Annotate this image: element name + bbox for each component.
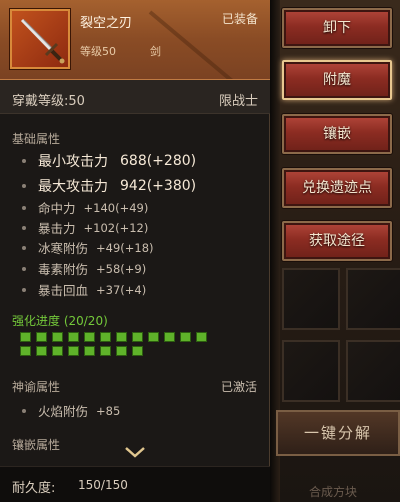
- enhancement-pip: [132, 346, 143, 356]
- enhancement-pip: [84, 332, 95, 342]
- enhancement-pip: [196, 332, 207, 342]
- stat-name: 暴击力: [38, 221, 76, 236]
- bullet-icon: [22, 408, 26, 413]
- stat-value: +140(+49): [83, 200, 149, 215]
- stat-name: 毒素附伤: [38, 262, 89, 277]
- stat-row: 暴击力 +102(+12): [22, 218, 148, 237]
- bullet-icon: [22, 184, 26, 188]
- stat-value: +58(+9): [96, 261, 147, 276]
- bullet-icon: [22, 245, 26, 250]
- chevron-down-icon[interactable]: [124, 444, 146, 458]
- stat-row: 命中力 +140(+49): [22, 198, 148, 217]
- sword-icon: [10, 9, 70, 69]
- required-level: 穿戴等级:50: [12, 94, 85, 109]
- enchant-button[interactable]: 附魔: [282, 60, 392, 100]
- item-type: 剑: [150, 45, 161, 58]
- enhancement-pip: [100, 346, 111, 356]
- enhancement-pip: [68, 346, 79, 356]
- enhancement-pip: [20, 346, 31, 356]
- enhancement-pip: [84, 346, 95, 356]
- one-click-decompose-button[interactable]: 一键分解: [276, 410, 400, 456]
- exchange-relic-points-button[interactable]: 兑换遗迹点: [282, 168, 392, 208]
- unequip-button[interactable]: 卸下: [282, 8, 392, 48]
- class-restriction: 限战士: [218, 94, 258, 109]
- stat-value: +85: [96, 403, 121, 418]
- durability-row: 耐久度: 150/150: [0, 466, 270, 502]
- base-attributes-title: 基础属性: [12, 132, 61, 146]
- stat-row: 最大攻击力 942(+380): [22, 176, 196, 196]
- enhancement-pip: [148, 332, 159, 342]
- item-level: 等级50: [80, 45, 116, 58]
- bullet-icon: [22, 287, 26, 292]
- enhancement-pip: [36, 332, 47, 342]
- bullet-icon: [22, 159, 26, 163]
- stat-row: 毒素附伤 +58(+9): [22, 259, 146, 278]
- enhancement-pip: [164, 332, 175, 342]
- enhancement-pip: [36, 346, 47, 356]
- stat-value: +49(+18): [96, 240, 154, 255]
- stat-row: 冰寒附伤 +49(+18): [22, 238, 154, 257]
- stat-name: 火焰附伤: [38, 404, 89, 419]
- stat-name: 最大攻击力: [38, 179, 108, 195]
- bullet-icon: [22, 205, 26, 210]
- enhancement-pip: [100, 332, 111, 342]
- enhancement-progress-title: 强化进度 (20/20): [12, 314, 108, 328]
- inlay-button[interactable]: 镶嵌: [282, 114, 392, 154]
- synthesize-label[interactable]: 合成方块: [266, 482, 400, 502]
- enhancement-pip: [52, 332, 63, 342]
- stat-name: 最小攻击力: [38, 154, 108, 170]
- stat-name: 冰寒附伤: [38, 241, 89, 256]
- requirement-row: 穿戴等级:50 限战士: [0, 80, 270, 114]
- stat-value: 688(+280): [120, 153, 197, 169]
- stat-value: +37(+4): [96, 282, 147, 297]
- item-header: 裂空之刃 等级50 剑 已装备: [0, 0, 270, 80]
- durability-label: 耐久度:: [12, 481, 56, 496]
- enhancement-pip: [68, 332, 79, 342]
- equipped-status: 已装备: [221, 12, 258, 26]
- inventory-slot[interactable]: [282, 340, 340, 402]
- enhancement-pip: [132, 332, 143, 342]
- stat-row: 最小攻击力 688(+280): [22, 151, 196, 171]
- stat-name: 命中力: [38, 201, 76, 216]
- bullet-icon: [22, 225, 26, 230]
- item-tooltip-panel: 裂空之刃 等级50 剑 已装备 穿戴等级:50 限战士 基础属性 最小攻击力 6…: [0, 0, 270, 502]
- enhancement-pip: [116, 346, 127, 356]
- inventory-slot[interactable]: [346, 268, 400, 330]
- oracle-attributes-title: 神谕属性: [12, 380, 61, 394]
- stat-row: 暴击回血 +37(+4): [22, 280, 146, 299]
- stat-value: 942(+380): [120, 178, 197, 194]
- stat-value: +102(+12): [83, 220, 149, 235]
- item-name: 裂空之刃: [80, 16, 133, 31]
- enhancement-pip: [20, 332, 31, 342]
- enhancement-pip: [52, 346, 63, 356]
- oracle-status: 已激活: [220, 380, 257, 394]
- inventory-slot[interactable]: [282, 268, 340, 330]
- enhancement-pip: [180, 332, 191, 342]
- bullet-icon: [22, 266, 26, 271]
- obtain-source-button[interactable]: 获取途径: [282, 221, 392, 261]
- stat-row: 火焰附伤 +85: [22, 401, 120, 420]
- durability-value: 150/150: [78, 478, 128, 492]
- inlay-attributes-title: 镶嵌属性: [12, 438, 61, 452]
- enhancement-pip: [116, 332, 127, 342]
- inventory-grid: [278, 268, 400, 408]
- stat-name: 暴击回血: [38, 283, 89, 298]
- inventory-slot[interactable]: [346, 340, 400, 402]
